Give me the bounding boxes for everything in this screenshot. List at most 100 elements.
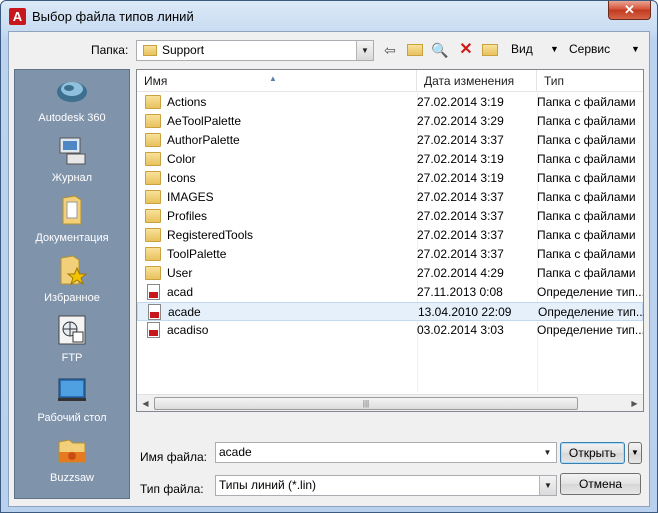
new-folder-button[interactable] [479, 40, 501, 60]
search-icon: 🔍 [431, 42, 449, 58]
folder-row[interactable]: RegisteredTools 27.02.2014 3:37 Папка с фа… [137, 226, 643, 245]
cloud-icon [55, 74, 89, 106]
file-type: Определение тип... [537, 323, 643, 337]
folder-icon [145, 190, 161, 204]
folder-row[interactable]: Color 27.02.2014 3:19 Папка с файлами [137, 150, 643, 169]
scroll-left-icon[interactable]: ◀ [137, 395, 154, 412]
place-label: Autodesk 360 [38, 112, 106, 124]
file-date: 27.02.2014 3:19 [417, 152, 504, 166]
folder-select[interactable]: Support ▼ [136, 40, 374, 61]
place-label: Рабочий стол [37, 412, 107, 424]
column-header-type[interactable]: Тип [537, 70, 643, 92]
title-bar[interactable]: A Выбор файла типов линий ✕ [1, 1, 657, 31]
filename-input[interactable]: acade ▼ [215, 442, 557, 463]
delete-button[interactable]: ✕ [455, 40, 477, 60]
file-row[interactable]: acad 27.11.2013 0:08 Определение тип... [137, 283, 643, 302]
file-name: AuthorPalette [167, 133, 240, 147]
close-button[interactable]: ✕ [608, 1, 651, 20]
filetype-label: Тип файла: [140, 482, 204, 496]
folder-row[interactable]: User 27.02.2014 4:29 Папка с файлами [137, 264, 643, 283]
folder-row[interactable]: Actions 27.02.2014 3:19 Папка с файлами [137, 93, 643, 112]
folder-icon [145, 171, 161, 185]
file-date: 03.02.2014 3:03 [417, 323, 504, 337]
scroll-right-icon[interactable]: ▶ [626, 395, 643, 412]
file-date: 27.02.2014 3:19 [417, 171, 504, 185]
column-header-name[interactable]: Имя ▲ [137, 70, 417, 92]
file-type: Папка с файлами [537, 152, 636, 166]
file-date: 27.02.2014 4:29 [417, 266, 504, 280]
file-date: 27.02.2014 3:37 [417, 190, 504, 204]
file-row[interactable]: acadiso 03.02.2014 3:03 Определение тип... [137, 321, 643, 340]
folder-icon [145, 209, 161, 223]
file-name: Actions [167, 95, 207, 109]
scrollbar-thumb[interactable]: ||| [154, 397, 578, 410]
file-name: IMAGES [167, 190, 214, 204]
folder-icon [145, 95, 161, 109]
views-menu[interactable]: Вид [511, 42, 533, 56]
folder-icon [145, 133, 161, 147]
place-buzzsaw[interactable]: Buzzsaw [15, 430, 129, 490]
file-name: ToolPalette [167, 247, 227, 261]
open-options-button[interactable]: ▼ [628, 442, 642, 464]
place-ftp[interactable]: FTP [15, 310, 129, 370]
file-date: 27.02.2014 3:19 [417, 95, 504, 109]
place-label: Документация [35, 232, 109, 244]
folder-row[interactable]: ToolPalette 27.02.2014 3:37 Папка с файлам… [137, 245, 643, 264]
back-button[interactable]: ⇦ [379, 40, 401, 60]
file-list[interactable]: Имя ▲ Дата изменения Тип Actions 27.02.20… [136, 69, 644, 412]
place-label: FTP [61, 352, 83, 364]
folder-label: Папка: [91, 43, 129, 57]
linetype-file-icon [148, 304, 161, 320]
tools-menu[interactable]: Сервис [569, 42, 610, 56]
folder-icon [145, 266, 161, 280]
folder-icon [145, 247, 161, 261]
place-favorites[interactable]: Избранное [15, 250, 129, 310]
file-row[interactable]: acade 13.04.2010 22:09 Определение тип... [137, 302, 644, 321]
file-name: Color [167, 152, 196, 166]
place-desktop[interactable]: Рабочий стол [15, 370, 129, 430]
horizontal-scrollbar[interactable]: ◀ ||| ▶ [137, 394, 643, 411]
place-history[interactable]: Журнал [15, 130, 129, 190]
views-dropdown-icon[interactable]: ▼ [550, 44, 559, 54]
column-header-date[interactable]: Дата изменения [417, 70, 537, 92]
file-name: Icons [167, 171, 196, 185]
folder-row[interactable]: IMAGES 27.02.2014 3:37 Папка с файлами [137, 188, 643, 207]
desktop-icon [55, 374, 89, 406]
file-name: RegisteredTools [167, 228, 254, 242]
tools-dropdown-icon[interactable]: ▼ [631, 44, 640, 54]
place-autodesk-360[interactable]: Autodesk 360 [15, 70, 129, 130]
folder-row[interactable]: AeToolPalette 27.02.2014 3:29 Папка с файл… [137, 112, 643, 131]
chevron-down-icon[interactable]: ▼ [356, 41, 373, 60]
file-type: Папка с файлами [537, 190, 636, 204]
place-documents[interactable]: Документация [15, 190, 129, 250]
file-date: 27.11.2013 0:08 [417, 285, 503, 299]
chevron-down-icon: ▼ [631, 448, 639, 457]
chevron-down-icon[interactable]: ▼ [539, 476, 556, 495]
file-type: Папка с файлами [537, 95, 636, 109]
file-date: 27.02.2014 3:37 [417, 247, 504, 261]
file-name: acadiso [167, 323, 209, 337]
cancel-button[interactable]: Отмена [560, 473, 641, 495]
folder-row[interactable]: AuthorPalette 27.02.2014 3:37 Папка с файл… [137, 131, 643, 150]
autocad-logo-icon: A [9, 8, 26, 25]
filename-value: acade [219, 445, 252, 459]
file-type: Папка с файлами [537, 266, 636, 280]
filetype-value: Типы линий (*.lin) [219, 478, 317, 492]
file-name: Profiles [167, 209, 208, 223]
file-type: Папка с файлами [537, 114, 636, 128]
file-dialog-window: A Выбор файла типов линий ✕ Папка: Suppo… [0, 0, 658, 513]
open-button[interactable]: Открыть [560, 442, 625, 464]
folder-row[interactable]: Icons 27.02.2014 3:19 Папка с файлами [137, 169, 643, 188]
file-name: acade [168, 305, 201, 319]
documents-icon [55, 194, 89, 226]
buzzsaw-icon [55, 434, 89, 466]
chevron-down-icon[interactable]: ▼ [539, 443, 556, 462]
filetype-select[interactable]: Типы линий (*.lin) ▼ [215, 475, 557, 496]
linetype-file-icon [147, 284, 160, 300]
filename-label: Имя файла: [140, 450, 207, 464]
folder-row[interactable]: Profiles 27.02.2014 3:37 Папка с файлами [137, 207, 643, 226]
up-folder-button[interactable] [404, 40, 426, 60]
search-web-button[interactable]: 🔍 [429, 40, 451, 60]
favorites-icon [55, 254, 89, 286]
ftp-icon [55, 314, 89, 346]
